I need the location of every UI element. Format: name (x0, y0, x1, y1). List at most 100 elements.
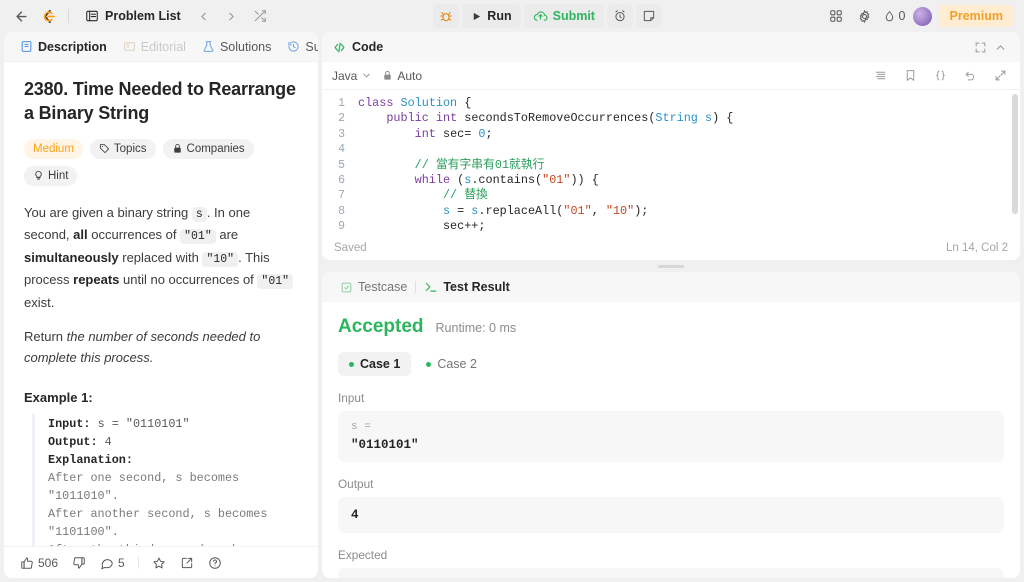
stmt-bold: repeats (73, 272, 119, 287)
chevron-up-icon[interactable] (990, 37, 1010, 57)
expand-diagonal-icon[interactable] (990, 66, 1010, 86)
lock-icon (382, 70, 393, 81)
tab-test-result-label: Test Result (443, 280, 509, 294)
streak-count: 0 (899, 9, 906, 23)
line-number: 8 (322, 204, 352, 219)
case-tab-1[interactable]: Case 1 (338, 352, 411, 376)
tab-solutions[interactable]: Solutions (194, 32, 279, 62)
stmt-text: are (216, 227, 238, 242)
output-value-box: 4 (338, 497, 1004, 533)
leetcode-logo-icon[interactable] (38, 6, 58, 26)
language-selector[interactable]: Java (332, 69, 372, 83)
example-1-block: Input: s = "0110101" Output: 4 Explanati… (32, 414, 298, 546)
run-button[interactable]: Run (462, 4, 520, 28)
inline-code-01b: "01" (257, 274, 293, 289)
right-column: Code Java (322, 32, 1020, 578)
back-arrow-icon[interactable] (10, 5, 32, 27)
code-editor-area[interactable]: 1 2 3 4 5 6 7 8 9 10 11 class Solution {… (322, 90, 1020, 236)
cloud-upload-icon (533, 9, 548, 24)
stmt-text: replaced with (119, 250, 203, 265)
editor-vertical-scrollbar[interactable] (1012, 94, 1018, 214)
problem-statement-paragraph-2: Return the number of seconds needed to c… (24, 326, 298, 368)
code-panel-title: Code (352, 40, 383, 54)
user-avatar[interactable] (913, 7, 932, 26)
status-badge: Accepted (338, 316, 424, 338)
lightbulb-icon (33, 170, 44, 181)
downvote-button[interactable] (66, 552, 92, 574)
top-navigation-bar: Problem List Run (0, 0, 1024, 32)
streak-counter[interactable]: 0 (883, 9, 906, 23)
tab-description[interactable]: Description (12, 32, 115, 62)
tab-testcase[interactable]: Testcase (332, 280, 415, 294)
premium-button[interactable]: Premium (939, 5, 1015, 27)
editorial-icon (123, 40, 136, 53)
example-1-input-value: s = "0110101" (90, 417, 189, 431)
nav-center-group: Run Submit (271, 4, 825, 28)
inline-code-10: "10" (202, 252, 238, 267)
topics-badge-label: Topics (114, 143, 147, 155)
description-content: 2380. Time Needed to Rearrange a Binary … (4, 62, 318, 546)
panel-resize-handle[interactable] (322, 264, 1020, 268)
comment-button[interactable]: 5 (94, 552, 131, 574)
problem-list-button[interactable]: Problem List (79, 6, 187, 26)
thumbs-up-icon (20, 556, 34, 570)
lock-icon (172, 143, 183, 154)
case-tab-2[interactable]: Case 2 (415, 352, 488, 376)
upvote-button[interactable]: 506 (14, 552, 64, 574)
language-label: Java (332, 69, 357, 83)
tab-editorial[interactable]: Editorial (115, 32, 194, 62)
example-1-heading: Example 1: (24, 390, 298, 405)
star-button[interactable] (146, 552, 172, 574)
line-number: 10 (322, 235, 352, 236)
bookmark-icon[interactable] (900, 66, 920, 86)
auto-lock-toggle[interactable]: Auto (382, 69, 422, 83)
topics-badge[interactable]: Topics (90, 139, 156, 159)
inline-code-01: "01" (180, 229, 216, 244)
app-root: Problem List Run (0, 0, 1024, 582)
case-tab-2-label: Case 2 (437, 357, 477, 371)
upvote-count: 506 (38, 556, 58, 570)
help-button[interactable] (202, 552, 228, 574)
chevron-left-icon[interactable] (193, 5, 215, 27)
timer-button[interactable] (607, 4, 633, 28)
auto-label: Auto (397, 69, 422, 83)
fullscreen-icon[interactable] (970, 37, 990, 57)
comment-icon (100, 556, 114, 570)
flame-icon (883, 10, 896, 23)
submit-button[interactable]: Submit (524, 4, 604, 28)
debug-button[interactable] (433, 4, 459, 28)
run-label: Run (487, 9, 511, 23)
code-panel-header: Code (322, 32, 1020, 62)
test-result-panel: Testcase Test Result Accepted Runtime: 0… (322, 272, 1020, 578)
example-1-output-value: 4 (98, 435, 112, 449)
grid-apps-icon[interactable] (825, 5, 847, 27)
shuffle-icon[interactable] (249, 5, 271, 27)
line-number: 7 (322, 188, 352, 203)
solutions-flask-icon (202, 40, 215, 53)
tab-submissions[interactable]: Submissions (279, 32, 318, 62)
line-number: 5 (322, 158, 352, 173)
undo-icon[interactable] (960, 66, 980, 86)
cursor-position: Ln 14, Col 2 (946, 242, 1008, 254)
companies-badge[interactable]: Companies (163, 139, 254, 159)
share-icon (180, 556, 194, 570)
hint-badge[interactable]: Hint (24, 166, 77, 186)
tab-solutions-label: Solutions (220, 40, 271, 54)
gear-icon[interactable] (854, 5, 876, 27)
page-title: 2380. Time Needed to Rearrange a Binary … (24, 78, 298, 126)
line-number: 2 (322, 111, 352, 126)
main-body: Description Editorial Solutions (0, 32, 1024, 582)
chevron-down-icon (361, 70, 372, 81)
chevron-right-icon[interactable] (221, 5, 243, 27)
share-button[interactable] (174, 552, 200, 574)
code-toolbar: Java Auto (322, 62, 1020, 90)
tab-editorial-label: Editorial (141, 40, 186, 54)
save-status: Saved (334, 242, 367, 254)
stmt-text: exist. (24, 295, 54, 310)
format-lines-icon[interactable] (870, 66, 890, 86)
tab-test-result[interactable]: Test Result (416, 280, 517, 294)
code-text[interactable]: class Solution { public int secondsToRem… (352, 90, 1020, 236)
braces-icon[interactable] (930, 66, 950, 86)
note-button[interactable] (636, 4, 662, 28)
input-value-box[interactable]: s = "0110101" (338, 411, 1004, 462)
